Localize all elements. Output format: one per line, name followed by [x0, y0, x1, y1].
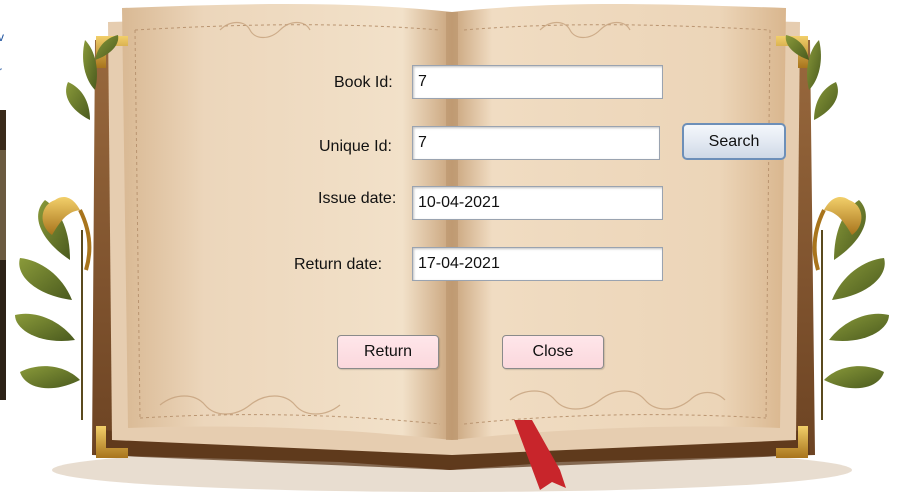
unique-id-label: Unique Id:: [319, 138, 392, 155]
return-date-field[interactable]: 17-04-2021: [412, 247, 663, 281]
search-button[interactable]: Search: [682, 123, 786, 160]
left-page: [122, 4, 452, 440]
return-date-label: Return date:: [294, 256, 383, 273]
book-id-field[interactable]: 7: [412, 65, 663, 99]
issue-date-field[interactable]: 10-04-2021: [412, 186, 663, 220]
return-button[interactable]: Return: [337, 335, 439, 369]
unique-id-field[interactable]: 7: [412, 126, 660, 160]
return-book-window: v r: [0, 0, 904, 502]
issue-date-label: Issue date:: [318, 190, 397, 207]
book-id-label: Book Id:: [334, 74, 393, 91]
close-button[interactable]: Close: [502, 335, 604, 369]
